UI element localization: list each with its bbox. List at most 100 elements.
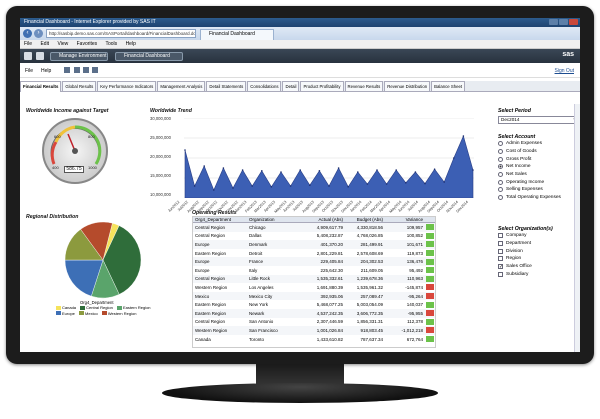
table-row[interactable]: Mexico Mexico City 392,935.06 257,089.47 -95… bbox=[193, 291, 435, 301]
app-menu-file[interactable]: File bbox=[25, 68, 33, 74]
table-cell: Eastern Region bbox=[195, 250, 227, 256]
org-option[interactable]: Region bbox=[498, 255, 553, 263]
close-button[interactable] bbox=[569, 19, 578, 25]
col-actual[interactable]: Actual (Abs) bbox=[305, 217, 343, 222]
page-scrollbar[interactable] bbox=[574, 104, 580, 352]
checkbox[interactable] bbox=[498, 248, 503, 254]
menu-favorites[interactable]: Favorites bbox=[77, 41, 98, 47]
table-row[interactable]: Western Region Los Angeles 1,691,880.39 1,5… bbox=[193, 283, 435, 292]
tab-balance-sheet[interactable]: Balance Sheet bbox=[431, 81, 466, 91]
table-cell: 918,803.45 bbox=[360, 327, 383, 333]
table-row[interactable]: Eastern Region Newark 4,537,242.35 3,606,77… bbox=[193, 308, 435, 318]
radio-button[interactable] bbox=[498, 179, 503, 185]
save-tool-icon[interactable] bbox=[83, 67, 89, 73]
open-tool-icon[interactable] bbox=[74, 67, 80, 73]
table-cell: 5,468,077.25 bbox=[316, 302, 343, 308]
table-row[interactable]: Central Region San Antonio 2,307,446.59 1,8… bbox=[193, 318, 435, 327]
sas-toolbar: Manage Environment Financial Dashboard s… bbox=[20, 49, 580, 63]
table-row[interactable]: Western Region San Francisco 1,001,026.84 9… bbox=[193, 326, 435, 335]
radio-button[interactable] bbox=[498, 195, 503, 201]
app-menu-help[interactable]: Help bbox=[41, 68, 51, 74]
account-option[interactable]: Admin Expenses bbox=[498, 140, 561, 148]
financial-dashboard-button[interactable]: Financial Dashboard bbox=[115, 52, 183, 61]
trend-point bbox=[337, 167, 340, 169]
radio-button[interactable] bbox=[498, 156, 503, 162]
table-cell: Central Region bbox=[195, 276, 226, 282]
manage-environment-button[interactable]: Manage Environment bbox=[50, 52, 108, 61]
table-cell: 787,637.34 bbox=[360, 336, 383, 342]
table-row[interactable]: Central Region Chicago 4,909,617.79 4,330,8… bbox=[193, 223, 435, 232]
col-organization[interactable]: Organization bbox=[249, 217, 305, 222]
radio-button[interactable] bbox=[498, 149, 503, 155]
account-option[interactable]: Net Income bbox=[498, 163, 561, 171]
dashboard-content: Worldwide Income against Target 400 600 … bbox=[20, 104, 580, 352]
org-option[interactable]: ✓ Sales Office bbox=[498, 263, 553, 271]
radio-button[interactable] bbox=[498, 141, 503, 147]
account-option[interactable]: Total Operating Expenses bbox=[498, 194, 561, 202]
checkbox[interactable] bbox=[498, 241, 503, 247]
checkbox[interactable] bbox=[498, 271, 503, 277]
refresh-tool-icon[interactable] bbox=[92, 67, 98, 73]
tab-detail[interactable]: Detail bbox=[282, 81, 300, 91]
account-option[interactable]: Gross Profit bbox=[498, 155, 561, 163]
menu-edit[interactable]: Edit bbox=[40, 41, 49, 47]
col-budget[interactable]: Budget (Abs) bbox=[343, 217, 383, 222]
tab-consolidations[interactable]: Consolidations bbox=[247, 81, 282, 91]
tab-revenue-results[interactable]: Revenue Results bbox=[344, 81, 384, 91]
table-row[interactable]: Europe France 229,405.84 204,302.53 136,476 bbox=[193, 257, 435, 266]
menu-view[interactable]: View bbox=[57, 41, 68, 47]
table-row[interactable]: Central Region Dallas 5,408,232.87 4,768,02… bbox=[193, 232, 435, 241]
tab-global-results[interactable]: Global Results bbox=[62, 81, 97, 91]
account-option[interactable]: Cost of Goods bbox=[498, 148, 561, 156]
org-option[interactable]: Division bbox=[498, 247, 553, 255]
tab-product-profitability[interactable]: Product Profitability bbox=[300, 81, 344, 91]
home-tool-icon[interactable] bbox=[64, 67, 70, 73]
table-cell: Central Region bbox=[195, 319, 226, 325]
table-row[interactable]: Central Region Little Rock 1,535,332.61 1,2… bbox=[193, 274, 435, 284]
menu-icon[interactable] bbox=[36, 52, 44, 60]
browser-tab[interactable]: Financial Dashboard bbox=[200, 29, 274, 40]
table-row[interactable]: Canada Toronto 1,433,610.82 787,637.34 672,7… bbox=[193, 335, 435, 344]
period-select[interactable]: Dec2014 bbox=[498, 116, 578, 124]
table-row[interactable]: Eastern Region New York 5,468,077.25 5,003,… bbox=[193, 300, 435, 309]
radio-button[interactable] bbox=[498, 164, 503, 170]
org-option[interactable]: Department bbox=[498, 240, 553, 248]
home-icon[interactable] bbox=[24, 52, 32, 60]
maximize-button[interactable] bbox=[559, 19, 568, 25]
tab-revenue-distribution[interactable]: Revenue Distribution bbox=[384, 81, 431, 91]
col-department[interactable]: Org4_Department bbox=[193, 217, 249, 222]
menu-file[interactable]: File bbox=[24, 41, 32, 47]
menu-help[interactable]: Help bbox=[126, 41, 136, 47]
org-option[interactable]: Subsidiary bbox=[498, 270, 553, 278]
back-icon[interactable]: ‹ bbox=[23, 29, 32, 38]
table-row[interactable]: Eastern Region Detroit 2,801,229.81 2,578,6… bbox=[193, 249, 435, 258]
address-bar[interactable]: http://sasbip.demo.sas.com/SASPortal/das… bbox=[46, 29, 196, 38]
minimize-button[interactable] bbox=[549, 19, 558, 25]
variance-indicator bbox=[426, 318, 434, 325]
account-option[interactable]: Selling Expenses bbox=[498, 186, 561, 194]
radio-button[interactable] bbox=[498, 187, 503, 193]
account-option[interactable]: Operating Income bbox=[498, 178, 561, 186]
tab-kpi[interactable]: Key Performance Indicators bbox=[97, 81, 157, 91]
table-cell: San Antonio bbox=[249, 319, 274, 325]
tab-financial-results[interactable]: Financial Results bbox=[20, 81, 62, 92]
forward-icon[interactable]: › bbox=[34, 29, 43, 38]
table-row[interactable]: Europe Italy 225,642.30 211,609.05 95,492 bbox=[193, 266, 435, 275]
account-option[interactable]: Net Sales bbox=[498, 171, 561, 179]
table-cell: New York bbox=[249, 302, 269, 308]
gauge-label-600: 600 bbox=[54, 134, 61, 139]
tab-detail-statements[interactable]: Detail Statements bbox=[206, 81, 247, 91]
checkbox[interactable] bbox=[498, 233, 503, 239]
checkbox[interactable]: ✓ bbox=[498, 264, 503, 270]
radio-button[interactable] bbox=[498, 172, 503, 178]
financial-dashboard-label: Financial Dashboard bbox=[124, 53, 170, 59]
table-row[interactable]: Europe Denmark 401,370.20 281,499.91 101,671 bbox=[193, 240, 435, 249]
sign-out-link[interactable]: Sign Out bbox=[555, 68, 574, 74]
tab-management-analysis[interactable]: Management Analysis bbox=[157, 81, 206, 91]
table-cell: 4,330,818.56 bbox=[356, 224, 383, 230]
col-variance[interactable]: Variance bbox=[383, 217, 423, 222]
table-cell: -1,012,218 bbox=[401, 327, 423, 333]
menu-tools[interactable]: Tools bbox=[105, 41, 117, 47]
org-option[interactable]: Company bbox=[498, 232, 553, 240]
checkbox[interactable] bbox=[498, 256, 503, 262]
